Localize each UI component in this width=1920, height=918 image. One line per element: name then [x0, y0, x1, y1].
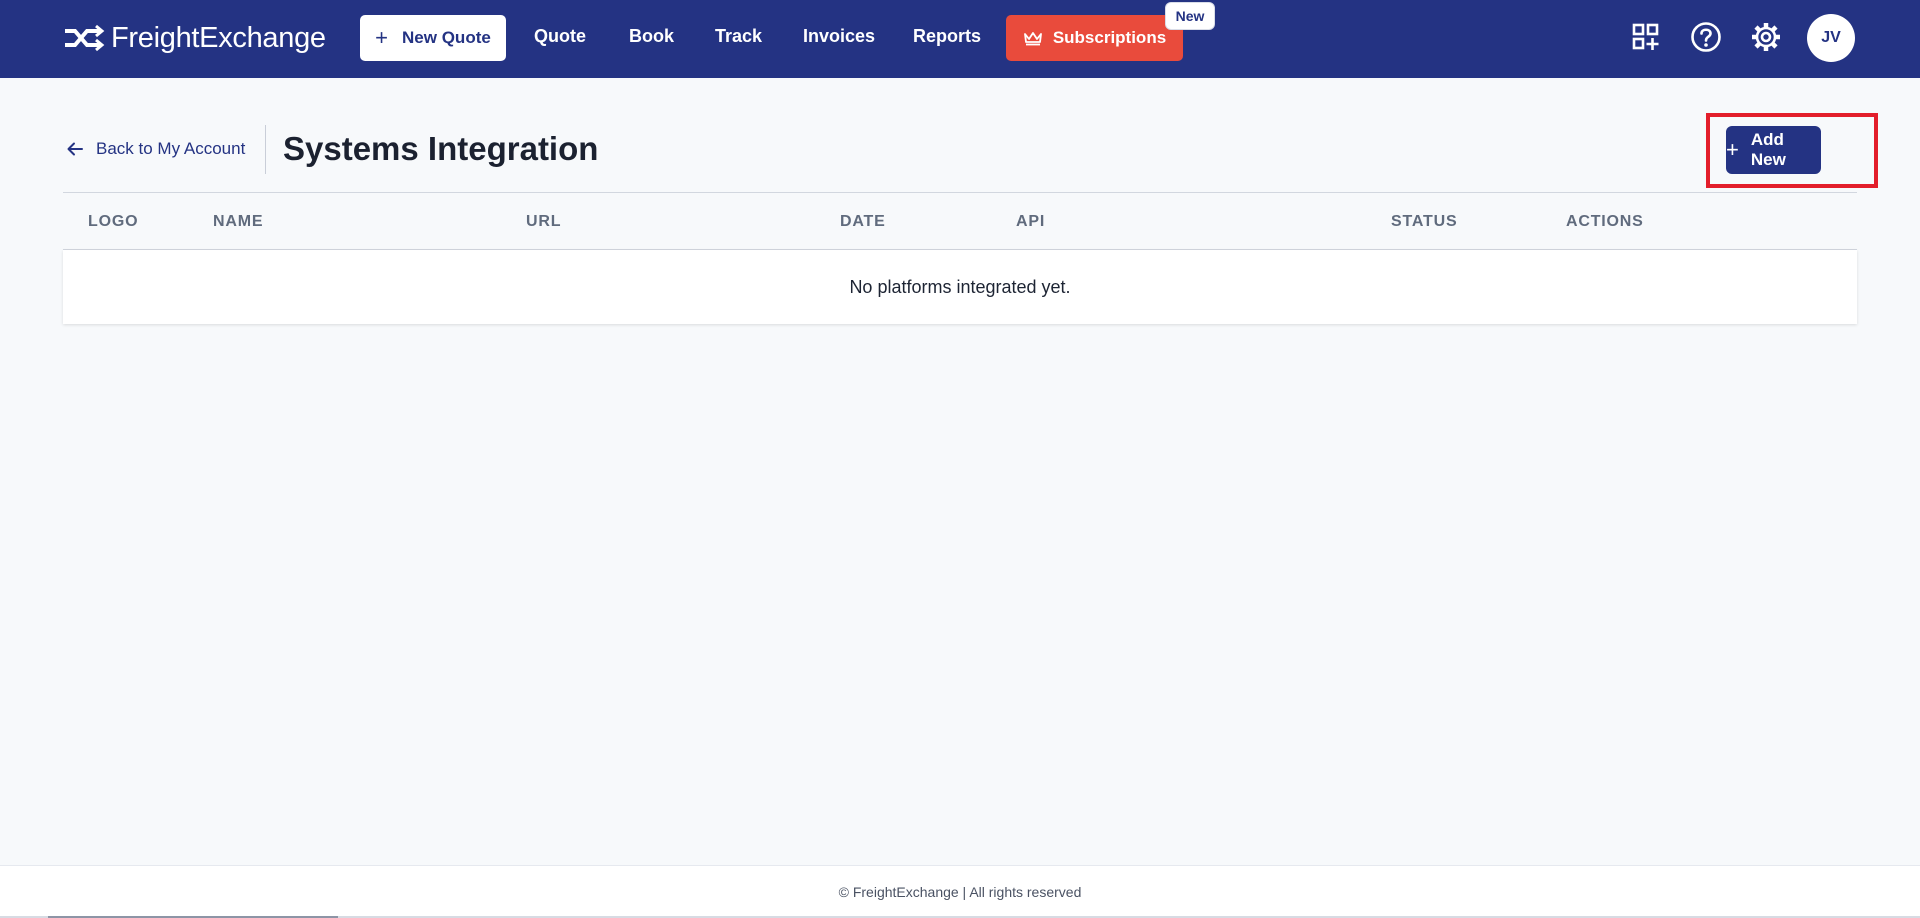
arrow-left-icon	[67, 142, 83, 156]
table-header: LOGO NAME URL DATE API STATUS ACTIONS	[63, 192, 1857, 250]
footer: © FreightExchange | All rights reserved	[0, 865, 1920, 918]
column-header-name: NAME	[213, 213, 264, 230]
column-header-actions: ACTIONS	[1566, 213, 1644, 230]
top-navbar: FreightExchange + New Quote Quote Book T…	[0, 0, 1920, 78]
empty-message: No platforms integrated yet.	[849, 276, 1071, 297]
page-title: Systems Integration	[283, 130, 599, 167]
column-header-api: API	[1016, 213, 1046, 230]
column-header-logo: LOGO	[88, 213, 139, 230]
new-badge: New	[1166, 3, 1214, 29]
gear-icon[interactable]	[1749, 20, 1783, 54]
column-header-url: URL	[526, 213, 562, 230]
new-quote-button[interactable]: + New Quote	[360, 15, 506, 61]
nav-reports[interactable]: Reports	[913, 26, 981, 47]
brand-logo[interactable]: FreightExchange	[63, 20, 326, 56]
crown-icon	[1023, 32, 1042, 46]
subscriptions-button[interactable]: Subscriptions	[1006, 15, 1183, 61]
empty-table-row: No platforms integrated yet.	[63, 250, 1857, 324]
column-header-status: STATUS	[1391, 213, 1458, 230]
plus-icon: +	[375, 25, 389, 50]
brand-name: FreightExchange	[111, 21, 326, 54]
logo-icon	[65, 24, 105, 52]
user-avatar[interactable]: JV	[1807, 14, 1855, 62]
new-quote-label: New Quote	[402, 28, 491, 47]
back-to-account-link[interactable]: Back to My Account	[66, 139, 245, 159]
header-divider	[265, 125, 266, 174]
nav-book[interactable]: Book	[629, 26, 674, 47]
column-header-date: DATE	[840, 213, 886, 230]
back-link-label: Back to My Account	[96, 139, 246, 158]
apps-icon[interactable]	[1629, 20, 1663, 54]
help-icon[interactable]	[1689, 20, 1723, 54]
highlight-box	[1706, 113, 1878, 188]
footer-text: © FreightExchange | All rights reserved	[838, 884, 1082, 900]
nav-track[interactable]: Track	[715, 26, 762, 47]
nav-quote[interactable]: Quote	[534, 26, 586, 47]
subscriptions-label: Subscriptions	[1052, 28, 1167, 47]
nav-invoices[interactable]: Invoices	[803, 26, 875, 47]
